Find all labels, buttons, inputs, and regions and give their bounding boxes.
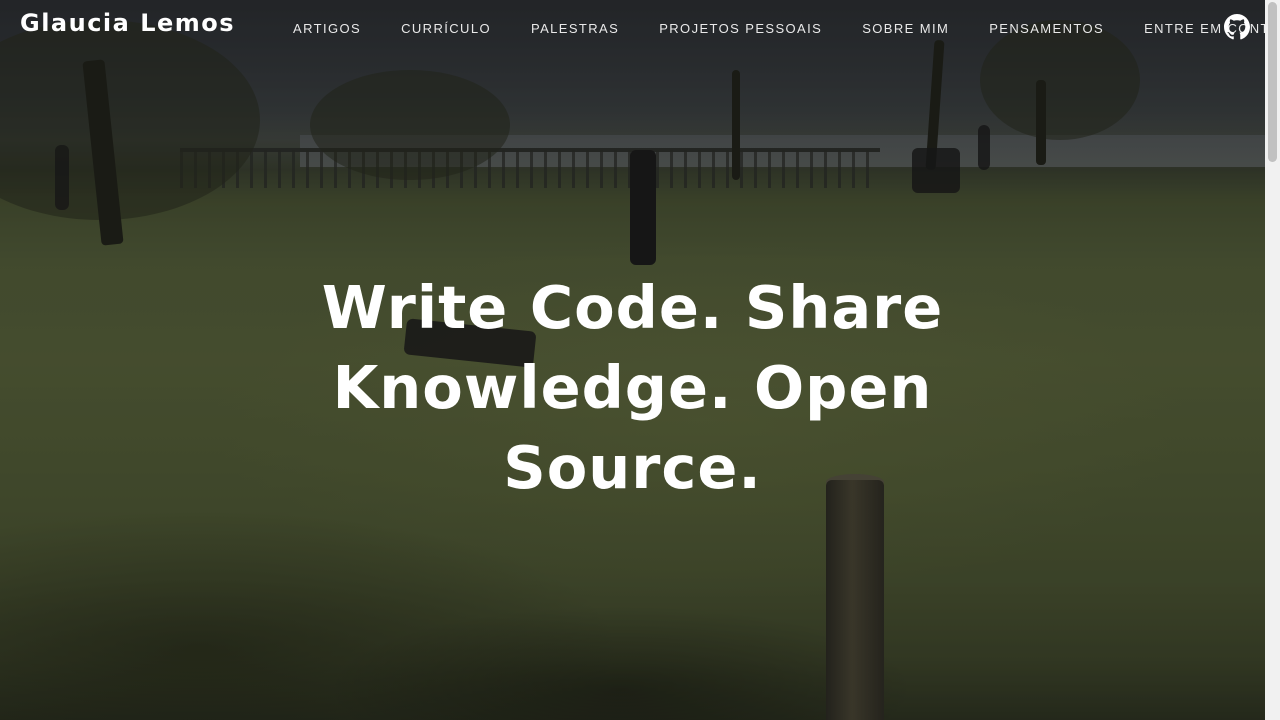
hero-headline: Write Code. Share Knowledge. Open Source…: [300, 268, 965, 508]
hero-headline-line-3: Source.: [503, 433, 762, 502]
page: Glaucia Lemos ARTIGOS CURRÍCULO PALESTRA…: [0, 0, 1280, 720]
nav-item-artigos[interactable]: ARTIGOS: [273, 21, 381, 36]
nav-item-sobre-mim[interactable]: SOBRE MIM: [842, 21, 969, 36]
nav-item-palestras[interactable]: PALESTRAS: [511, 21, 639, 36]
hero-headline-line-1: Write Code. Share: [321, 273, 944, 342]
nav-item-entre-em-contato[interactable]: ENTRE EM CONTATO: [1124, 21, 1280, 36]
nav-item-projetos-pessoais[interactable]: PROJETOS PESSOAIS: [639, 21, 842, 36]
nav-item-pensamentos[interactable]: PENSAMENTOS: [969, 21, 1124, 36]
github-icon[interactable]: [1224, 14, 1250, 40]
github-icon-svg: [1224, 14, 1250, 40]
site-header: Glaucia Lemos ARTIGOS CURRÍCULO PALESTRA…: [0, 0, 1280, 56]
site-brand-logo[interactable]: Glaucia Lemos: [20, 9, 235, 37]
nav-item-curriculo[interactable]: CURRÍCULO: [381, 21, 511, 36]
hero-headline-line-2: Knowledge. Open: [332, 353, 933, 422]
main-nav: ARTIGOS CURRÍCULO PALESTRAS PROJETOS PES…: [273, 0, 1280, 56]
page-scrollbar-thumb[interactable]: [1268, 2, 1277, 162]
